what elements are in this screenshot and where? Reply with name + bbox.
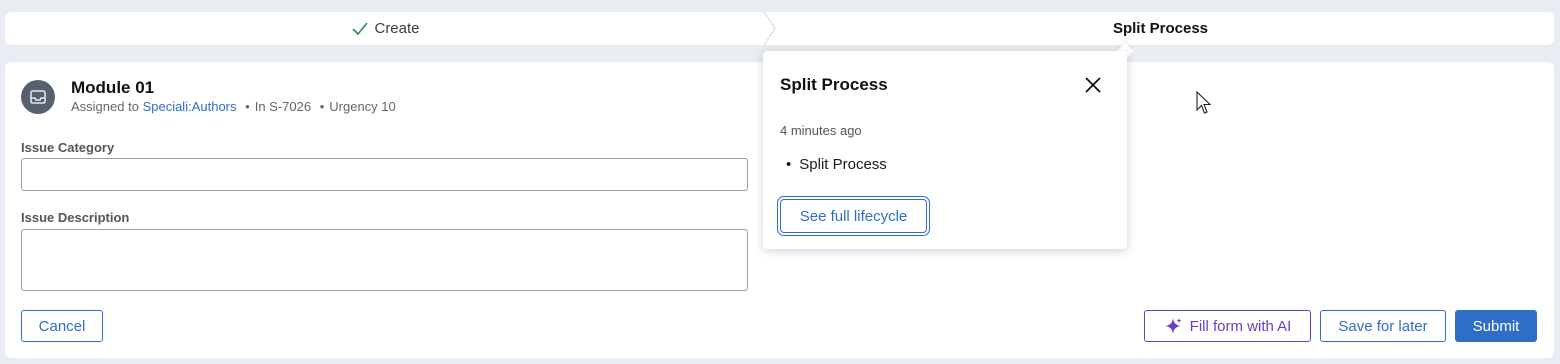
issue-category-input[interactable] [21, 158, 748, 191]
fill-form-ai-label: Fill form with AI [1189, 317, 1292, 335]
separator-dot: • [245, 99, 250, 114]
submit-button[interactable]: Submit [1455, 310, 1537, 342]
save-for-later-button[interactable]: Save for later [1320, 310, 1446, 342]
issue-description-textarea[interactable] [21, 229, 748, 291]
close-icon[interactable] [1081, 73, 1105, 97]
fill-form-ai-button[interactable]: Fill form with AI [1144, 310, 1311, 342]
case-subtitle: Assigned to Speciali:Authors • In S-7026 … [71, 99, 396, 114]
popover-title: Split Process [780, 75, 888, 94]
urgency: Urgency 10 [329, 99, 396, 114]
separator-dot: • [319, 99, 325, 114]
assigned-prefix: Assigned to [71, 99, 139, 114]
issue-category-label: Issue Category [21, 140, 115, 155]
case-title: Module 01 [71, 78, 155, 97]
inbox-icon [21, 80, 55, 114]
cancel-button[interactable]: Cancel [21, 310, 103, 342]
step-split-process-label: Split Process [1112, 20, 1209, 37]
step-details-popover: Split Process 4 minutes ago Split Proces… [763, 51, 1127, 249]
sparkle-icon [1164, 317, 1182, 335]
issue-description-label: Issue Description [21, 210, 130, 225]
list-item: Split Process [780, 156, 887, 173]
case-stepper: Create Split Process [5, 12, 1554, 45]
case-id: In S-7026 [254, 99, 312, 114]
popover-timestamp: 4 minutes ago [780, 123, 862, 138]
step-split-process[interactable]: Split Process [767, 12, 1554, 45]
step-create[interactable]: Create [5, 12, 767, 45]
checkmark-icon [352, 21, 369, 36]
step-create-label: Create [374, 20, 420, 37]
assignee-link[interactable]: Speciali:Authors [143, 99, 237, 114]
mouse-cursor-icon [1196, 91, 1212, 114]
see-full-lifecycle-button[interactable]: See full lifecycle [780, 199, 927, 233]
popover-list: Split Process [780, 156, 887, 173]
